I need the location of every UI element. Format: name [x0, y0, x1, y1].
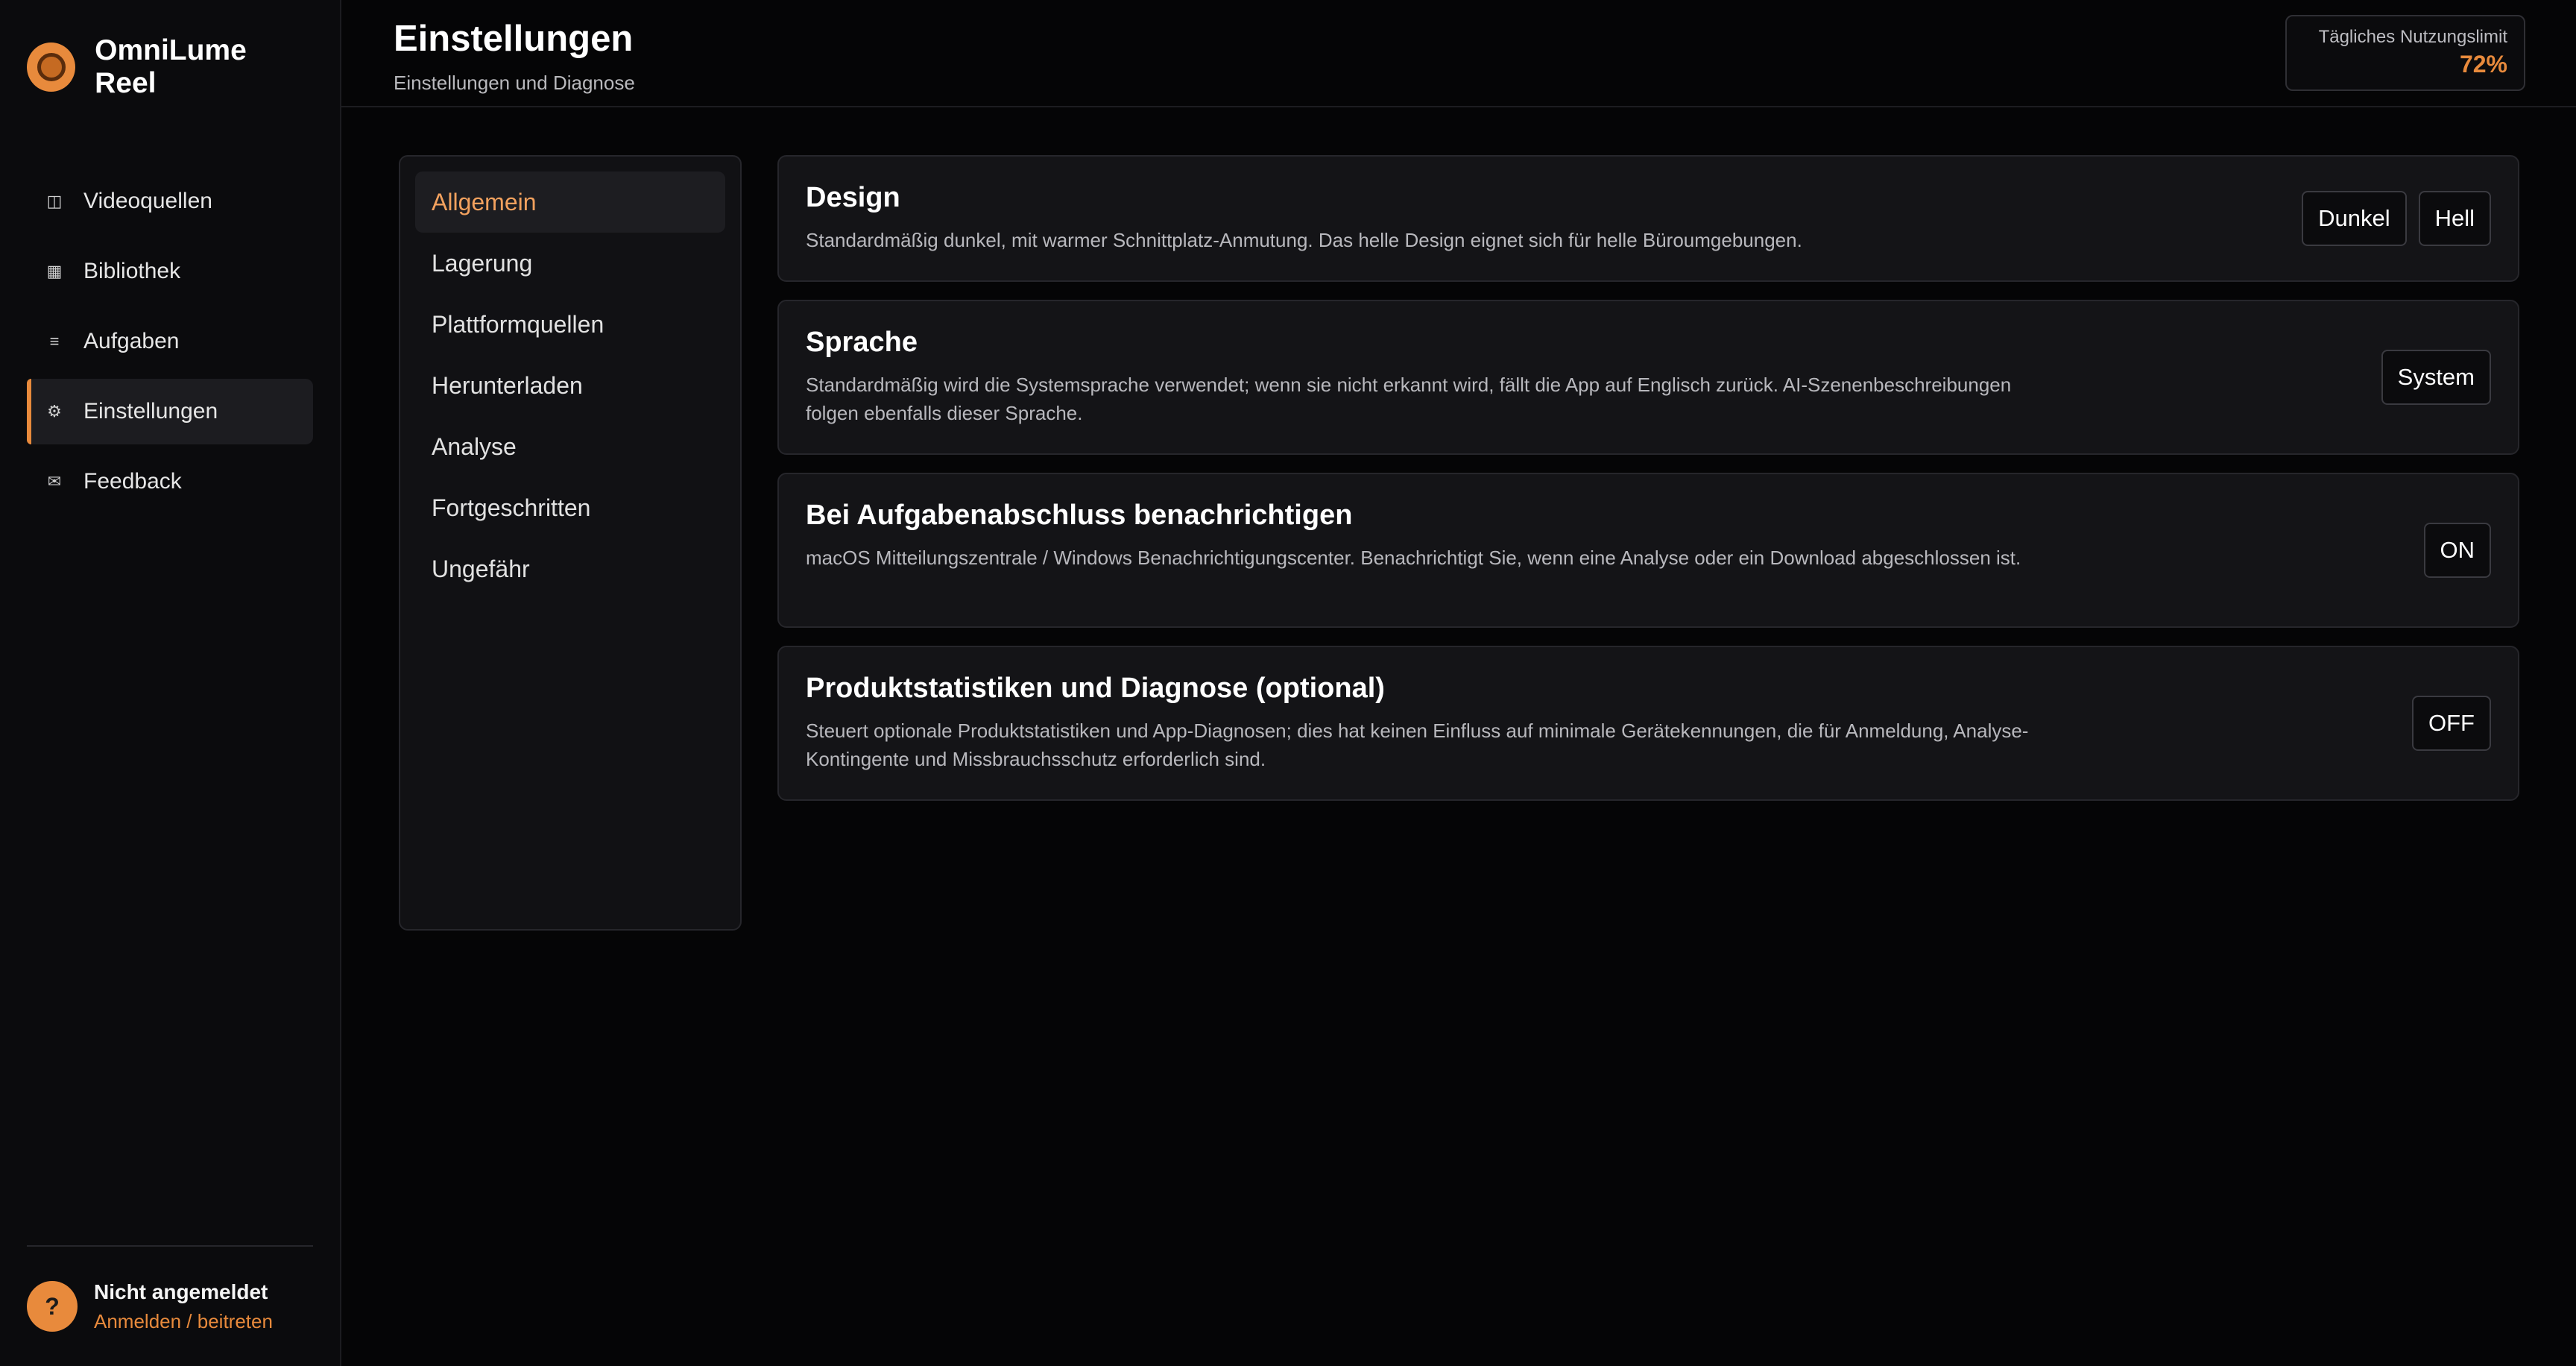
sidebar-item-label: Einstellungen [83, 399, 218, 424]
app-logo-icon [27, 43, 76, 92]
usage-value: 72% [2459, 51, 2507, 78]
login-status: Nicht angemeldet [94, 1280, 268, 1303]
mail-icon: ✉ [47, 472, 62, 491]
setting-title: Design [806, 182, 900, 213]
setting-title: Produktstatistiken und Diagnose (optiona… [806, 673, 1385, 704]
setting-description: Standardmäßig dunkel, mit warmer Schnitt… [806, 229, 1802, 251]
theme-light-button[interactable]: Hell [2418, 191, 2491, 246]
subnav-item-lagerung[interactable]: Lagerung [415, 233, 725, 294]
setting-card-design: Design Standardmäßig dunkel, mit warmer … [777, 155, 2519, 282]
sidebar: OmniLume Reel ◫ Videoquellen ▦ Bibliothe… [0, 0, 341, 1366]
brand: OmniLume Reel [27, 0, 313, 134]
settings-cards: Design Standardmäßig dunkel, mit warmer … [777, 155, 2519, 819]
sidebar-item-aufgaben[interactable]: ≡ Aufgaben [27, 309, 313, 374]
subnav-item-ungefaehr[interactable]: Ungefähr [415, 538, 725, 599]
sources-icon: ◫ [46, 192, 63, 210]
setting-description: Standardmäßig wird die Systemsprache ver… [806, 374, 2012, 424]
avatar[interactable]: ? [27, 1281, 78, 1332]
page-subtitle: Einstellungen und Diagnose [394, 72, 635, 94]
usage-label: Tägliches Nutzungslimit [2318, 27, 2507, 47]
sidebar-item-einstellungen[interactable]: ⚙ Einstellungen [27, 379, 313, 444]
app-window: OmniLume Reel ◫ Videoquellen ▦ Bibliothe… [0, 0, 2576, 1366]
library-icon: ▦ [46, 262, 63, 280]
sidebar-item-feedback[interactable]: ✉ Feedback [27, 449, 313, 514]
setting-title: Bei Aufgabenabschluss benachrichtigen [806, 500, 1353, 531]
subnav-item-allgemein[interactable]: Allgemein [415, 171, 725, 233]
language-select-button[interactable]: System [2381, 350, 2491, 405]
subnav-item-plattformquellen[interactable]: Plattformquellen [415, 294, 725, 355]
app-name: OmniLume Reel [95, 34, 247, 99]
setting-card-diagnostics: Produktstatistiken und Diagnose (optiona… [777, 646, 2519, 801]
gear-icon: ⚙ [47, 402, 62, 421]
subnav-item-fortgeschritten[interactable]: Fortgeschritten [415, 477, 725, 538]
page-header: Einstellungen Einstellungen und Diagnose… [341, 0, 2576, 107]
setting-card-notifications: Bei Aufgabenabschluss benachrichtigen ma… [777, 473, 2519, 628]
setting-title: Sprache [806, 327, 918, 358]
sidebar-item-label: Aufgaben [83, 329, 180, 353]
page-title: Einstellungen [394, 19, 634, 59]
setting-actions: System [2381, 350, 2491, 405]
theme-dark-button[interactable]: Dunkel [2302, 191, 2407, 246]
setting-description: macOS Mitteilungszentrale / Windows Bena… [806, 547, 2021, 569]
subnav-item-herunterladen[interactable]: Herunterladen [415, 355, 725, 416]
login-link[interactable]: Anmelden / beitreten [94, 1310, 273, 1333]
sidebar-item-bibliothek[interactable]: ▦ Bibliothek [27, 239, 313, 304]
sidebar-item-label: Bibliothek [83, 259, 181, 283]
main-area: Einstellungen Einstellungen und Diagnose… [341, 0, 2576, 1366]
sidebar-item-videoquellen[interactable]: ◫ Videoquellen [27, 169, 313, 234]
subnav-item-analyse[interactable]: Analyse [415, 416, 725, 477]
setting-actions: Dunkel Hell [2302, 191, 2491, 246]
setting-actions: ON [2423, 523, 2491, 578]
sidebar-item-label: Feedback [83, 469, 182, 494]
sidebar-nav: ◫ Videoquellen ▦ Bibliothek ≡ Aufgaben ⚙… [27, 169, 313, 514]
sidebar-item-label: Videoquellen [83, 189, 212, 213]
user-panel: ? Nicht angemeldet Anmelden / beitreten [27, 1245, 313, 1366]
setting-description: Steuert optionale Produktstatistiken und… [806, 720, 2029, 770]
setting-actions: OFF [2412, 696, 2491, 751]
diagnostics-toggle[interactable]: OFF [2412, 696, 2491, 751]
list-icon: ≡ [49, 332, 60, 350]
notifications-toggle[interactable]: ON [2423, 523, 2491, 578]
usage-limit-badge: Tägliches Nutzungslimit 72% [2285, 15, 2525, 91]
settings-subnav: Allgemein Lagerung Plattformquellen Heru… [399, 155, 742, 931]
user-info: Nicht angemeldet Anmelden / beitreten [94, 1280, 273, 1333]
setting-card-language: Sprache Standardmäßig wird die Systemspr… [777, 300, 2519, 455]
